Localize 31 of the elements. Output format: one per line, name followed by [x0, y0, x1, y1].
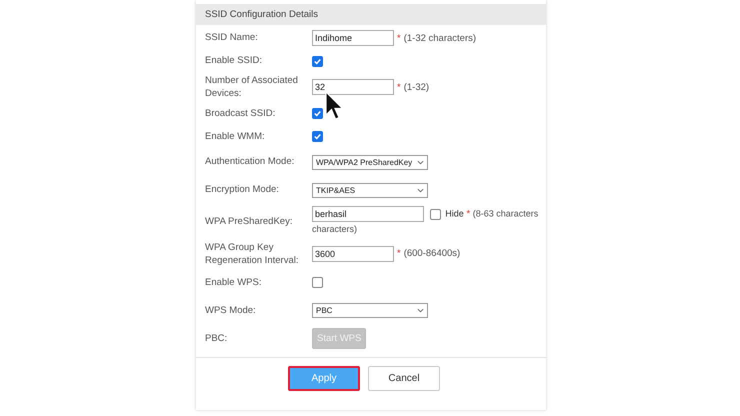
- dropdown[interactable]: TKIP&AES: [312, 182, 428, 198]
- input-field[interactable]: 3600: [312, 246, 394, 262]
- field-label: Encryption Mode:: [205, 183, 280, 197]
- field-label: Enable SSID:: [205, 54, 264, 68]
- field-label: Number of Associated Devices:: [205, 74, 299, 101]
- field-label: WPA Group Key Regeneration Interval:: [205, 240, 300, 268]
- checkbox-label: Hide: [445, 208, 464, 219]
- field-label: Broadcast SSID:: [205, 106, 276, 120]
- field-label: Enable WPS:: [205, 276, 262, 290]
- dropdown[interactable]: PBC: [312, 303, 428, 318]
- field-label: WPA PreSharedKey:: [205, 214, 294, 228]
- field-label: WPS Mode:: [205, 304, 257, 318]
- required-mark: *: [397, 248, 401, 260]
- required-mark: *: [466, 208, 470, 220]
- dropdown[interactable]: WPA/WPA2 PreSharedKey: [312, 154, 428, 170]
- hint-text: (1-32 characters): [404, 32, 476, 44]
- hint-text: characters): [312, 224, 358, 234]
- input-field[interactable]: 32: [312, 79, 394, 96]
- cancel-button[interactable]: Cancel: [368, 366, 440, 392]
- field-label: Authentication Mode:: [205, 155, 296, 169]
- section-title: SSID Configuration Details: [205, 9, 318, 20]
- required-mark: *: [397, 32, 401, 44]
- field-label: Enable WMM:: [205, 130, 266, 144]
- field-label: PBC:: [205, 332, 228, 346]
- hint-text: (8-63 characters: [472, 208, 538, 219]
- hint-text: (600-86400s): [404, 248, 460, 260]
- input-field[interactable]: berhasil: [312, 206, 424, 222]
- hint-text: (1-32): [404, 82, 430, 93]
- input-field[interactable]: Indihome: [312, 30, 394, 46]
- field-label: SSID Name:: [205, 31, 259, 45]
- required-mark: *: [397, 82, 401, 93]
